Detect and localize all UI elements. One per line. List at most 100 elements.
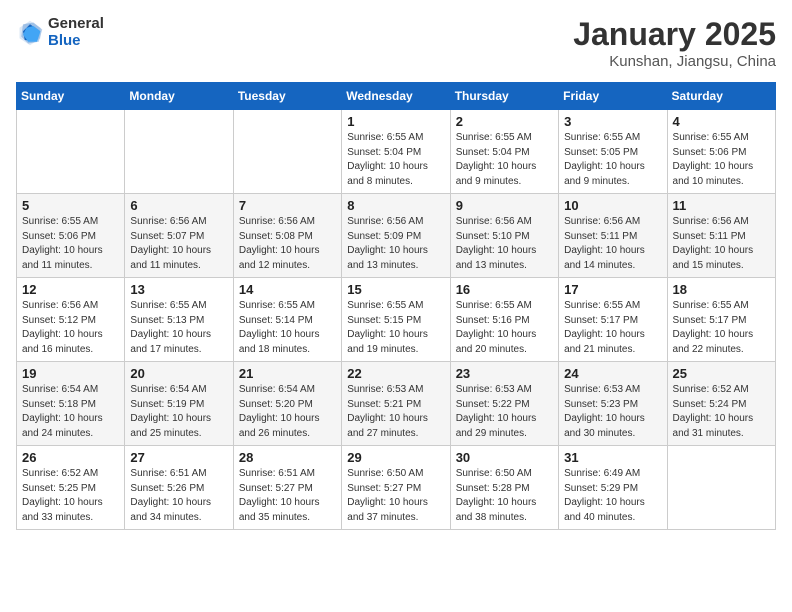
calendar-cell: 22Sunrise: 6:53 AM Sunset: 5:21 PM Dayli… xyxy=(342,362,450,446)
calendar-week-row: 1 Sunrise: 6:55 AM Sunset: 5:04 PM Daylig… xyxy=(17,110,776,194)
location-title: Kunshan, Jiangsu, China xyxy=(573,53,776,70)
calendar-cell: 25 Sunrise: 6:52 AM Sunset: 5:24 PM Dayli… xyxy=(667,362,775,446)
month-title: January 2025 xyxy=(573,16,776,53)
cell-info: Sunrise: 6:56 AM Sunset: 5:07 PM Dayligh… xyxy=(130,215,227,273)
logo-icon xyxy=(16,19,44,47)
calendar-cell: 17 Sunrise: 6:55 AM Sunset: 5:17 PM Dayli… xyxy=(559,278,667,362)
calendar-cell: 6 Sunrise: 6:56 AM Sunset: 5:07 PM Daylig… xyxy=(125,194,233,278)
day-number: 20 xyxy=(130,366,227,381)
calendar-cell: 7Sunrise: 6:56 AM Sunset: 5:08 PM Daylig… xyxy=(233,194,341,278)
calendar-cell: 21 Sunrise: 6:54 AM Sunset: 5:20 PM Dayli… xyxy=(233,362,341,446)
calendar-cell: 23 Sunrise: 6:53 AM Sunset: 5:22 PM Dayli… xyxy=(450,362,558,446)
calendar-week-row: 19Sunrise: 6:54 AM Sunset: 5:18 PM Dayli… xyxy=(17,362,776,446)
cell-info: Sunrise: 6:55 AM Sunset: 5:04 PM Dayligh… xyxy=(456,131,553,189)
logo-blue-text: Blue xyxy=(48,33,104,50)
calendar-cell: 29Sunrise: 6:50 AM Sunset: 5:27 PM Dayli… xyxy=(342,446,450,530)
calendar-cell: 19Sunrise: 6:54 AM Sunset: 5:18 PM Dayli… xyxy=(17,362,125,446)
day-number: 15 xyxy=(347,282,444,297)
calendar-cell xyxy=(233,110,341,194)
cell-info: Sunrise: 6:50 AM Sunset: 5:28 PM Dayligh… xyxy=(456,467,553,525)
calendar-cell: 5 Sunrise: 6:55 AM Sunset: 5:06 PM Daylig… xyxy=(17,194,125,278)
day-number: 12 xyxy=(22,282,119,297)
cell-info: Sunrise: 6:53 AM Sunset: 5:23 PM Dayligh… xyxy=(564,383,661,441)
cell-info: Sunrise: 6:52 AM Sunset: 5:24 PM Dayligh… xyxy=(673,383,770,441)
calendar-cell: 10Sunrise: 6:56 AM Sunset: 5:11 PM Dayli… xyxy=(559,194,667,278)
calendar-cell: 12 Sunrise: 6:56 AM Sunset: 5:12 PM Dayli… xyxy=(17,278,125,362)
calendar-cell: 11Sunrise: 6:56 AM Sunset: 5:11 PM Dayli… xyxy=(667,194,775,278)
calendar-cell: 18Sunrise: 6:55 AM Sunset: 5:17 PM Dayli… xyxy=(667,278,775,362)
day-number: 17 xyxy=(564,282,661,297)
day-number: 1 xyxy=(347,114,444,129)
calendar-table: Sunday Monday Tuesday Wednesday Thursday… xyxy=(16,82,776,530)
col-sunday: Sunday xyxy=(17,83,125,110)
day-number: 16 xyxy=(456,282,553,297)
calendar-cell: 31 Sunrise: 6:49 AM Sunset: 5:29 PM Dayli… xyxy=(559,446,667,530)
day-number: 18 xyxy=(673,282,770,297)
calendar-cell: 20 Sunrise: 6:54 AM Sunset: 5:19 PM Dayli… xyxy=(125,362,233,446)
cell-info: Sunrise: 6:56 AM Sunset: 5:10 PM Dayligh… xyxy=(456,215,553,273)
cell-info: Sunrise: 6:55 AM Sunset: 5:17 PM Dayligh… xyxy=(564,299,661,357)
calendar-body: 1 Sunrise: 6:55 AM Sunset: 5:04 PM Daylig… xyxy=(17,110,776,530)
calendar-cell: 26 Sunrise: 6:52 AM Sunset: 5:25 PM Dayli… xyxy=(17,446,125,530)
calendar-cell: 2 Sunrise: 6:55 AM Sunset: 5:04 PM Daylig… xyxy=(450,110,558,194)
calendar-cell: 4Sunrise: 6:55 AM Sunset: 5:06 PM Daylig… xyxy=(667,110,775,194)
calendar-cell xyxy=(17,110,125,194)
day-number: 4 xyxy=(673,114,770,129)
logo-text: General Blue xyxy=(48,16,104,49)
day-number: 10 xyxy=(564,198,661,213)
calendar-cell: 28Sunrise: 6:51 AM Sunset: 5:27 PM Dayli… xyxy=(233,446,341,530)
day-number: 31 xyxy=(564,450,661,465)
col-thursday: Thursday xyxy=(450,83,558,110)
cell-info: Sunrise: 6:56 AM Sunset: 5:11 PM Dayligh… xyxy=(673,215,770,273)
day-number: 27 xyxy=(130,450,227,465)
col-saturday: Saturday xyxy=(667,83,775,110)
calendar-week-row: 26 Sunrise: 6:52 AM Sunset: 5:25 PM Dayli… xyxy=(17,446,776,530)
col-wednesday: Wednesday xyxy=(342,83,450,110)
day-number: 29 xyxy=(347,450,444,465)
calendar-cell: 15 Sunrise: 6:55 AM Sunset: 5:15 PM Dayli… xyxy=(342,278,450,362)
cell-info: Sunrise: 6:55 AM Sunset: 5:13 PM Dayligh… xyxy=(130,299,227,357)
calendar-cell: 1 Sunrise: 6:55 AM Sunset: 5:04 PM Daylig… xyxy=(342,110,450,194)
day-number: 8 xyxy=(347,198,444,213)
day-number: 24 xyxy=(564,366,661,381)
cell-info: Sunrise: 6:54 AM Sunset: 5:19 PM Dayligh… xyxy=(130,383,227,441)
cell-info: Sunrise: 6:55 AM Sunset: 5:04 PM Dayligh… xyxy=(347,131,444,189)
day-number: 13 xyxy=(130,282,227,297)
page-header: General Blue January 2025 Kunshan, Jiang… xyxy=(16,16,776,70)
col-friday: Friday xyxy=(559,83,667,110)
day-number: 30 xyxy=(456,450,553,465)
calendar-cell: 30 Sunrise: 6:50 AM Sunset: 5:28 PM Dayli… xyxy=(450,446,558,530)
day-number: 22 xyxy=(347,366,444,381)
cell-info: Sunrise: 6:56 AM Sunset: 5:08 PM Dayligh… xyxy=(239,215,336,273)
calendar-week-row: 12 Sunrise: 6:56 AM Sunset: 5:12 PM Dayli… xyxy=(17,278,776,362)
day-number: 23 xyxy=(456,366,553,381)
cell-info: Sunrise: 6:55 AM Sunset: 5:16 PM Dayligh… xyxy=(456,299,553,357)
cell-info: Sunrise: 6:56 AM Sunset: 5:09 PM Dayligh… xyxy=(347,215,444,273)
day-number: 6 xyxy=(130,198,227,213)
calendar-cell xyxy=(667,446,775,530)
day-number: 5 xyxy=(22,198,119,213)
calendar-cell: 9 Sunrise: 6:56 AM Sunset: 5:10 PM Daylig… xyxy=(450,194,558,278)
cell-info: Sunrise: 6:55 AM Sunset: 5:06 PM Dayligh… xyxy=(22,215,119,273)
cell-info: Sunrise: 6:53 AM Sunset: 5:22 PM Dayligh… xyxy=(456,383,553,441)
cell-info: Sunrise: 6:55 AM Sunset: 5:15 PM Dayligh… xyxy=(347,299,444,357)
calendar-cell xyxy=(125,110,233,194)
cell-info: Sunrise: 6:54 AM Sunset: 5:20 PM Dayligh… xyxy=(239,383,336,441)
cell-info: Sunrise: 6:56 AM Sunset: 5:12 PM Dayligh… xyxy=(22,299,119,357)
cell-info: Sunrise: 6:49 AM Sunset: 5:29 PM Dayligh… xyxy=(564,467,661,525)
calendar-cell: 24 Sunrise: 6:53 AM Sunset: 5:23 PM Dayli… xyxy=(559,362,667,446)
day-number: 28 xyxy=(239,450,336,465)
day-number: 2 xyxy=(456,114,553,129)
day-number: 25 xyxy=(673,366,770,381)
calendar-cell: 8 Sunrise: 6:56 AM Sunset: 5:09 PM Daylig… xyxy=(342,194,450,278)
cell-info: Sunrise: 6:51 AM Sunset: 5:26 PM Dayligh… xyxy=(130,467,227,525)
cell-info: Sunrise: 6:54 AM Sunset: 5:18 PM Dayligh… xyxy=(22,383,119,441)
day-number: 14 xyxy=(239,282,336,297)
cell-info: Sunrise: 6:52 AM Sunset: 5:25 PM Dayligh… xyxy=(22,467,119,525)
calendar-cell: 3Sunrise: 6:55 AM Sunset: 5:05 PM Daylig… xyxy=(559,110,667,194)
cell-info: Sunrise: 6:55 AM Sunset: 5:05 PM Dayligh… xyxy=(564,131,661,189)
title-block: January 2025 Kunshan, Jiangsu, China xyxy=(573,16,776,70)
day-number: 21 xyxy=(239,366,336,381)
day-number: 9 xyxy=(456,198,553,213)
day-number: 26 xyxy=(22,450,119,465)
